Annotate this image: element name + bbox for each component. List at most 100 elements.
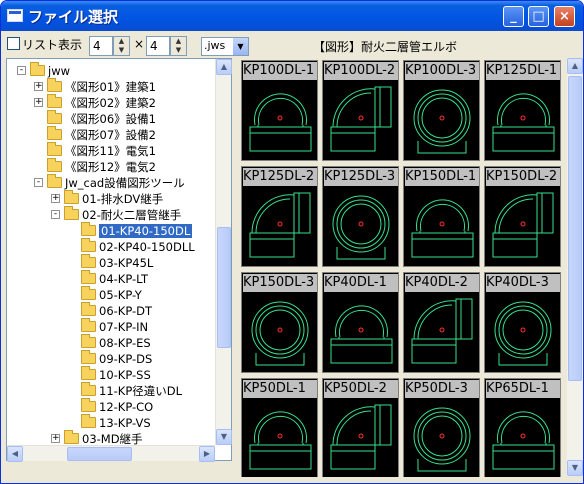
rows-input[interactable]: 4 <box>146 36 170 56</box>
tree-node[interactable]: 03-KP45L <box>81 254 153 271</box>
spin-down-icon[interactable]: ▼ <box>114 46 129 55</box>
tree-vertical-scrollbar[interactable]: ▲ ▼ <box>215 59 232 445</box>
tree-node[interactable]: 11-KP径違いDL <box>81 382 183 399</box>
folder-icon <box>47 126 62 140</box>
tree-node-label: 11-KP径違いDL <box>99 384 183 398</box>
tree-node[interactable]: jww <box>30 62 70 79</box>
thumbnail-label: KP150DL-1 <box>405 168 479 186</box>
thumbnail-cell[interactable]: KP40DL-1 <box>322 272 399 373</box>
thumbnail-label: KP100DL-1 <box>243 62 317 80</box>
grid-vertical-scrollbar[interactable]: ▲ ▼ <box>567 58 583 476</box>
tree-node[interactable]: 06-KP-DT <box>81 302 152 319</box>
tree-node-label: 02-耐火二層管継手 <box>82 208 182 222</box>
tree-node[interactable]: 02-耐火二層管継手 <box>64 206 182 223</box>
tree-node[interactable]: 《図形06》設備1 <box>47 110 156 127</box>
close-button[interactable]: × <box>554 6 575 27</box>
scroll-up-icon[interactable]: ▲ <box>216 59 232 75</box>
tree-node[interactable]: 《図形11》電気1 <box>47 142 156 159</box>
tree-node[interactable]: 05-KP-Y <box>81 286 142 303</box>
scroll-up-icon[interactable]: ▲ <box>567 58 583 74</box>
thumbnail-cell[interactable]: KP100DL-2 <box>322 60 399 161</box>
thumbnail-cell[interactable]: KP50DL-1 <box>241 378 318 479</box>
tree-node-label: 《図形02》建築2 <box>65 96 156 110</box>
thumbnail-cell[interactable]: KP125DL-3 <box>322 166 399 267</box>
title-bar[interactable]: ファイル選択 _ □ × <box>1 1 583 31</box>
grid-scroll-thumb[interactable] <box>568 76 582 381</box>
folder-icon <box>47 78 62 92</box>
tree-expander-icon[interactable]: + <box>34 82 43 91</box>
tree-node-label: 10-KP-SS <box>99 368 151 382</box>
tree-node[interactable]: 07-KP-IN <box>81 318 148 335</box>
thumbnail-label: KP150DL-2 <box>486 168 560 186</box>
thumbnail-cell[interactable]: KP150DL-2 <box>484 166 561 267</box>
folder-icon <box>81 222 96 236</box>
scroll-left-icon[interactable]: ◀ <box>7 446 23 462</box>
folder-icon <box>81 270 96 284</box>
scroll-down-icon[interactable]: ▼ <box>216 429 232 445</box>
folder-icon <box>64 190 79 204</box>
tree-node[interactable]: 《図形07》設備2 <box>47 126 156 143</box>
thumbnail-cell[interactable]: KP50DL-3 <box>403 378 480 479</box>
scroll-down-icon[interactable]: ▼ <box>567 460 583 476</box>
tree-node[interactable]: 《図形02》建築2 <box>47 94 156 111</box>
maximize-button[interactable]: □ <box>528 6 549 27</box>
folder-icon <box>81 366 96 380</box>
columns-input[interactable]: 4 <box>89 36 113 56</box>
list-view-checkbox[interactable] <box>7 37 20 50</box>
tree-node[interactable]: 04-KP-LT <box>81 270 148 287</box>
spin-up-icon[interactable]: ▲ <box>114 37 129 46</box>
thumbnail-label: KP150DL-3 <box>243 274 317 292</box>
spin-up-icon[interactable]: ▲ <box>171 37 186 46</box>
thumbnail-cell[interactable]: KP100DL-1 <box>241 60 318 161</box>
thumbnail-cell[interactable]: KP150DL-3 <box>241 272 318 373</box>
tree-expander-icon[interactable]: - <box>51 210 60 219</box>
tree-node-label: 09-KP-DS <box>99 352 153 366</box>
tree-expander-icon[interactable]: + <box>51 434 60 443</box>
tree-expander-icon[interactable]: - <box>34 178 43 187</box>
folder-icon <box>30 62 45 76</box>
tree-scroll-thumb[interactable] <box>217 227 231 348</box>
folder-icon <box>81 318 96 332</box>
tree-node[interactable]: 01-KP40-150DL <box>81 222 193 239</box>
folder-tree[interactable]: - jww + 《図形01》建築1 + 《図形02》建築2 《図形06》設備1 《図形07》設… <box>6 58 232 461</box>
thumbnail-cell[interactable]: KP100DL-3 <box>403 60 480 161</box>
rows-spinner[interactable]: ▲ ▼ <box>170 36 187 56</box>
tree-node[interactable]: 08-KP-ES <box>81 334 151 351</box>
thumbnail-cell[interactable]: KP50DL-2 <box>322 378 399 479</box>
tree-node[interactable]: Jw_cad設備図形ツール <box>47 174 185 191</box>
folder-icon <box>81 302 96 316</box>
tree-node[interactable]: 01-排水DV継手 <box>64 190 163 207</box>
tree-node-label: 《図形06》設備1 <box>65 112 156 126</box>
extension-select[interactable]: .jws ▼ <box>201 37 249 56</box>
tree-hscroll-thumb[interactable] <box>67 447 132 461</box>
thumbnail-label: KP50DL-1 <box>243 380 317 398</box>
tree-node[interactable]: 10-KP-SS <box>81 366 151 383</box>
tree-node[interactable]: 《図形12》電気2 <box>47 158 156 175</box>
tree-expander-icon[interactable]: + <box>51 194 60 203</box>
tree-expander-icon[interactable]: - <box>17 66 26 75</box>
thumbnail-cell[interactable]: KP125DL-1 <box>484 60 561 161</box>
thumbnail-label: KP40DL-3 <box>486 274 560 292</box>
thumbnail-cell[interactable]: KP125DL-2 <box>241 166 318 267</box>
thumbnail-cell[interactable]: KP150DL-1 <box>403 166 480 267</box>
thumbnail-label: KP125DL-2 <box>243 168 317 186</box>
tree-node[interactable]: 09-KP-DS <box>81 350 153 367</box>
folder-icon <box>81 398 96 412</box>
tree-node[interactable]: 13-KP-VS <box>81 414 151 431</box>
folder-icon <box>47 94 62 108</box>
scroll-right-icon[interactable]: ▶ <box>199 446 215 462</box>
tree-node[interactable]: 02-KP40-150DLL <box>81 238 195 255</box>
thumbnail-cell[interactable]: KP65DL-1 <box>484 378 561 479</box>
columns-spinner[interactable]: ▲ ▼ <box>113 36 130 56</box>
thumbnail-cell[interactable]: KP40DL-2 <box>403 272 480 373</box>
tree-node[interactable]: 《図形01》建築1 <box>47 78 156 95</box>
tree-horizontal-scrollbar[interactable]: ◀ ▶ <box>7 445 215 462</box>
tree-expander-icon[interactable]: + <box>34 98 43 107</box>
thumbnail-cell[interactable]: KP40DL-3 <box>484 272 561 373</box>
folder-icon <box>81 334 96 348</box>
spin-down-icon[interactable]: ▼ <box>171 46 186 55</box>
minimize-button[interactable]: _ <box>503 6 524 27</box>
chevron-down-icon[interactable]: ▼ <box>233 38 248 55</box>
tree-node[interactable]: 12-KP-CO <box>81 398 153 415</box>
tree-node-label: 01-KP40-150DL <box>99 224 193 238</box>
